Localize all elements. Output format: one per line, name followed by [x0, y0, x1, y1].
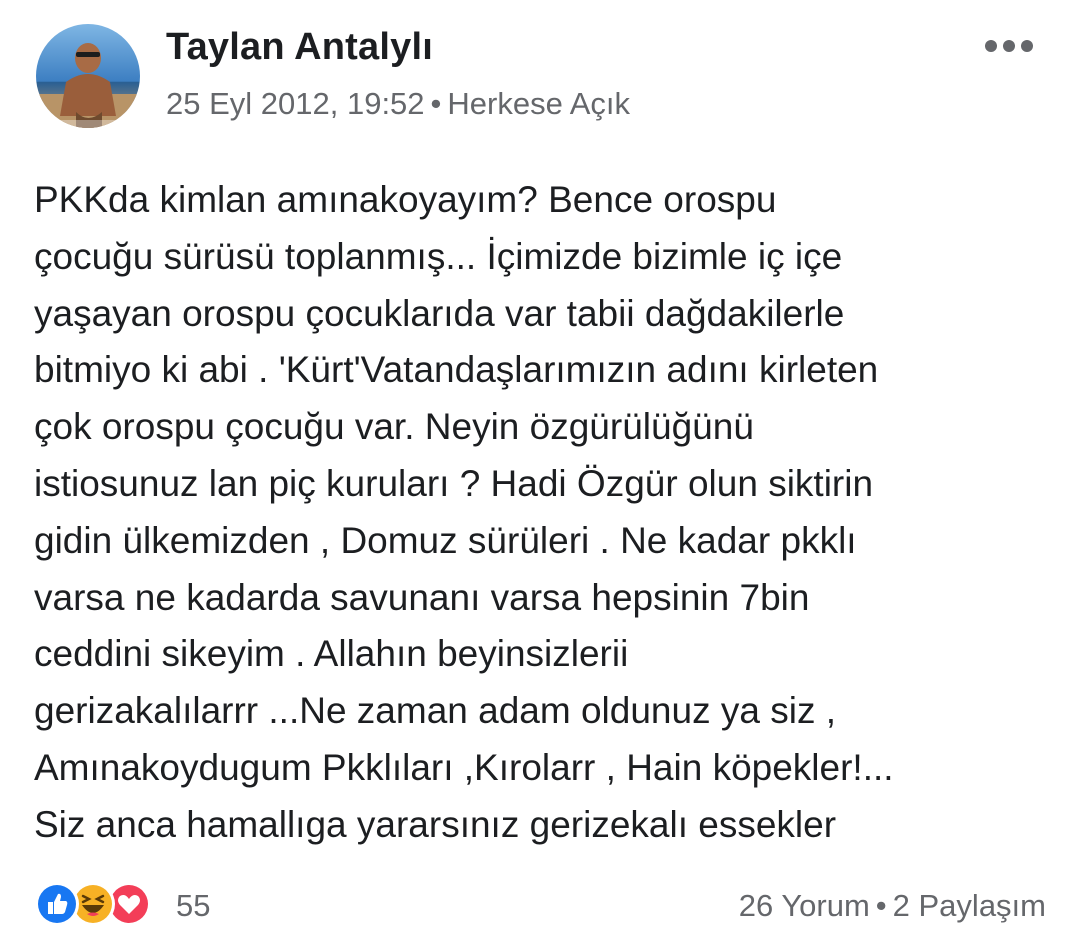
post-body: PKKda kimlan amınakoyayım? Bence orospu …	[34, 172, 1054, 854]
reaction-count[interactable]: 55	[176, 888, 210, 924]
author-avatar[interactable]	[36, 24, 140, 128]
post-stats: 26 Yorum • 2 Paylaşım	[739, 888, 1046, 924]
post-body-line: çok orospu çocuğu var. Neyin özgürülüğün…	[34, 406, 754, 448]
post-body-line: istiosunuz lan piç kuruları ? Hadi Özgür…	[34, 462, 874, 504]
post-footer: 55 26 Yorum • 2 Paylaşım	[0, 876, 1080, 929]
post-body-line: gidin ülkemizden , Domuz sürüleri . Ne k…	[34, 519, 857, 561]
post-body-line: ceddini sikeyim . Allahın beyinsizlerii	[34, 633, 629, 675]
post-body-line: bitmiyo ki abi . 'Kürt'Vatandaşlarımızın…	[34, 349, 879, 391]
post-body-line: PKKda kimlan amınakoyayım? Bence orospu	[34, 179, 777, 220]
post-meta: 25 Eyl 2012, 19:52 • Herkese Açık	[166, 86, 630, 122]
stats-separator: •	[875, 888, 887, 923]
avatar-image	[36, 24, 140, 128]
post-body-line: varsa ne kadarda savunanı varsa hepsinin…	[34, 576, 810, 618]
post-body-line: gerizakalılarrr ...Ne zaman adam oldunuz…	[34, 690, 837, 732]
facebook-post: Taylan Antalylı 25 Eyl 2012, 19:52 • Herke…	[0, 0, 1080, 929]
more-horizontal-icon	[985, 40, 1033, 52]
more-options-button[interactable]	[974, 26, 1044, 66]
shares-count[interactable]: 2 Paylaşım	[893, 888, 1046, 923]
post-body-line: çocuğu sürüsü toplanmış... İçimizde bizi…	[34, 235, 843, 277]
author-name[interactable]: Taylan Antalylı	[166, 26, 433, 69]
post-body-line: Amınakoydugum Pkklıları ,Kırolarr , Hain…	[34, 746, 894, 788]
post-timestamp[interactable]: 25 Eyl 2012, 19:52	[166, 86, 425, 121]
comments-count[interactable]: 26 Yorum	[739, 888, 870, 923]
post-audience[interactable]: Herkese Açık	[447, 86, 630, 121]
post-body-line: Siz anca hamallıga yararsınız gerizekalı…	[34, 803, 837, 845]
post-body-line: yaşayan orospu çocuklarıda var tabii dağ…	[34, 292, 845, 334]
like-icon	[35, 882, 79, 926]
meta-separator: •	[430, 86, 442, 121]
